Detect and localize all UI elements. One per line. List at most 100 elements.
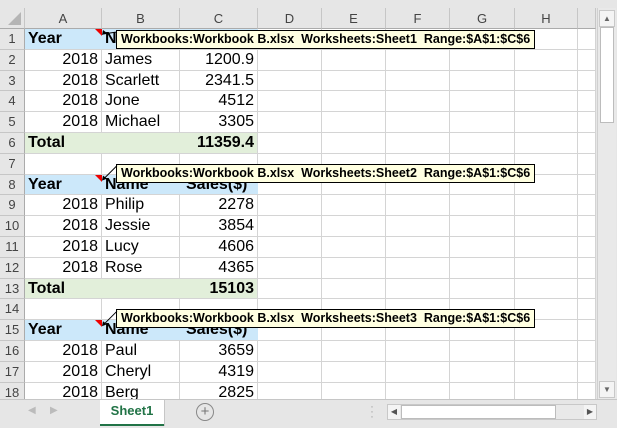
cell[interactable] bbox=[578, 278, 596, 300]
cell[interactable] bbox=[322, 361, 386, 383]
tab-sheet1[interactable]: Sheet1 bbox=[100, 400, 164, 426]
cell[interactable] bbox=[258, 216, 322, 237]
cell[interactable]: Philip bbox=[102, 195, 180, 217]
select-all-button[interactable] bbox=[0, 8, 25, 29]
scroll-right-icon[interactable]: ▶ bbox=[584, 405, 596, 419]
cell[interactable] bbox=[515, 91, 578, 113]
cell[interactable] bbox=[258, 382, 322, 399]
cell[interactable] bbox=[578, 112, 596, 133]
cell[interactable]: Paul bbox=[102, 341, 180, 362]
cell[interactable] bbox=[322, 278, 386, 300]
cell[interactable]: 4606 bbox=[180, 237, 258, 258]
cell[interactable] bbox=[515, 278, 578, 300]
cell[interactable] bbox=[258, 91, 322, 113]
cell[interactable] bbox=[515, 112, 578, 133]
cell[interactable]: 2018 bbox=[25, 70, 102, 92]
comment-indicator-icon[interactable] bbox=[95, 320, 102, 328]
cell[interactable] bbox=[322, 112, 386, 133]
cell[interactable] bbox=[515, 216, 578, 237]
cell[interactable] bbox=[258, 70, 322, 92]
cell[interactable] bbox=[386, 257, 450, 279]
cell[interactable]: 2018 bbox=[25, 361, 102, 383]
cell[interactable] bbox=[450, 382, 515, 399]
cell[interactable] bbox=[322, 257, 386, 279]
cell[interactable] bbox=[258, 237, 322, 258]
cell[interactable]: 2018 bbox=[25, 257, 102, 279]
cell[interactable] bbox=[322, 341, 386, 362]
cell[interactable] bbox=[386, 49, 450, 71]
row-header[interactable]: 17 bbox=[0, 361, 25, 383]
column-header-partial[interactable] bbox=[578, 8, 596, 29]
cell[interactable]: 1200.9 bbox=[180, 49, 258, 71]
cell[interactable] bbox=[386, 278, 450, 300]
cell[interactable] bbox=[578, 49, 596, 71]
cell[interactable] bbox=[322, 195, 386, 217]
cell[interactable] bbox=[258, 257, 322, 279]
column-header-c[interactable]: C bbox=[180, 8, 258, 29]
cell[interactable]: Cheryl bbox=[102, 361, 180, 383]
cell[interactable] bbox=[578, 174, 596, 196]
cell[interactable]: Jone bbox=[102, 91, 180, 113]
cell[interactable] bbox=[322, 133, 386, 154]
row-header[interactable]: 10 bbox=[0, 216, 25, 237]
cell[interactable] bbox=[578, 91, 596, 113]
column-header-d[interactable]: D bbox=[258, 8, 322, 29]
cell[interactable]: Year bbox=[25, 174, 102, 196]
cell[interactable]: 4319 bbox=[180, 361, 258, 383]
cell[interactable] bbox=[450, 70, 515, 92]
row-header[interactable]: 9 bbox=[0, 195, 25, 217]
cell[interactable] bbox=[386, 237, 450, 258]
cell[interactable] bbox=[386, 91, 450, 113]
cell[interactable] bbox=[386, 112, 450, 133]
cell[interactable] bbox=[258, 112, 322, 133]
cell[interactable] bbox=[322, 70, 386, 92]
comment-indicator-icon[interactable] bbox=[95, 174, 102, 182]
cell[interactable]: 2018 bbox=[25, 112, 102, 133]
cell[interactable] bbox=[25, 299, 102, 321]
row-header[interactable]: 14 bbox=[0, 299, 25, 321]
scroll-down-icon[interactable]: ▼ bbox=[599, 381, 615, 398]
cell[interactable]: 15103 bbox=[180, 278, 258, 300]
cell[interactable] bbox=[578, 237, 596, 258]
row-header[interactable]: 5 bbox=[0, 112, 25, 133]
cell[interactable]: 2018 bbox=[25, 49, 102, 71]
cell[interactable] bbox=[322, 237, 386, 258]
column-header-b[interactable]: B bbox=[102, 8, 180, 29]
cell[interactable]: 3854 bbox=[180, 216, 258, 237]
cell[interactable]: 2825 bbox=[180, 382, 258, 399]
cell[interactable] bbox=[515, 237, 578, 258]
cell[interactable] bbox=[386, 133, 450, 154]
cell[interactable] bbox=[578, 382, 596, 399]
cell[interactable]: 2278 bbox=[180, 195, 258, 217]
column-header-e[interactable]: E bbox=[322, 8, 386, 29]
cell[interactable]: 2018 bbox=[25, 237, 102, 258]
cell[interactable]: 2018 bbox=[25, 195, 102, 217]
tab-scroll-left-icon[interactable]: ◀ bbox=[28, 405, 36, 416]
cell[interactable] bbox=[322, 91, 386, 113]
cell[interactable]: Total bbox=[25, 278, 102, 300]
cell[interactable] bbox=[515, 49, 578, 71]
horizontal-scroll-thumb[interactable] bbox=[401, 405, 556, 419]
cell[interactable]: James bbox=[102, 49, 180, 71]
vertical-scroll-thumb[interactable] bbox=[600, 27, 614, 123]
cell[interactable] bbox=[25, 153, 102, 175]
row-header[interactable]: 11 bbox=[0, 237, 25, 258]
cell[interactable] bbox=[322, 382, 386, 399]
cell[interactable] bbox=[450, 195, 515, 217]
cell[interactable] bbox=[578, 29, 596, 50]
plus-circle-icon[interactable]: + bbox=[196, 403, 214, 421]
cell[interactable] bbox=[450, 49, 515, 71]
cell[interactable]: 3659 bbox=[180, 341, 258, 362]
cell[interactable] bbox=[258, 49, 322, 71]
vertical-scrollbar[interactable]: ▲ ▼ bbox=[597, 8, 616, 399]
cell[interactable] bbox=[450, 91, 515, 113]
row-header[interactable]: 1 bbox=[0, 29, 25, 50]
cell[interactable] bbox=[450, 133, 515, 154]
row-header[interactable]: 13 bbox=[0, 278, 25, 300]
cell[interactable] bbox=[386, 341, 450, 362]
row-header[interactable]: 4 bbox=[0, 91, 25, 113]
cell[interactable]: Scarlett bbox=[102, 70, 180, 92]
cell[interactable] bbox=[258, 195, 322, 217]
cell[interactable] bbox=[258, 361, 322, 383]
cell[interactable]: Jessie bbox=[102, 216, 180, 237]
